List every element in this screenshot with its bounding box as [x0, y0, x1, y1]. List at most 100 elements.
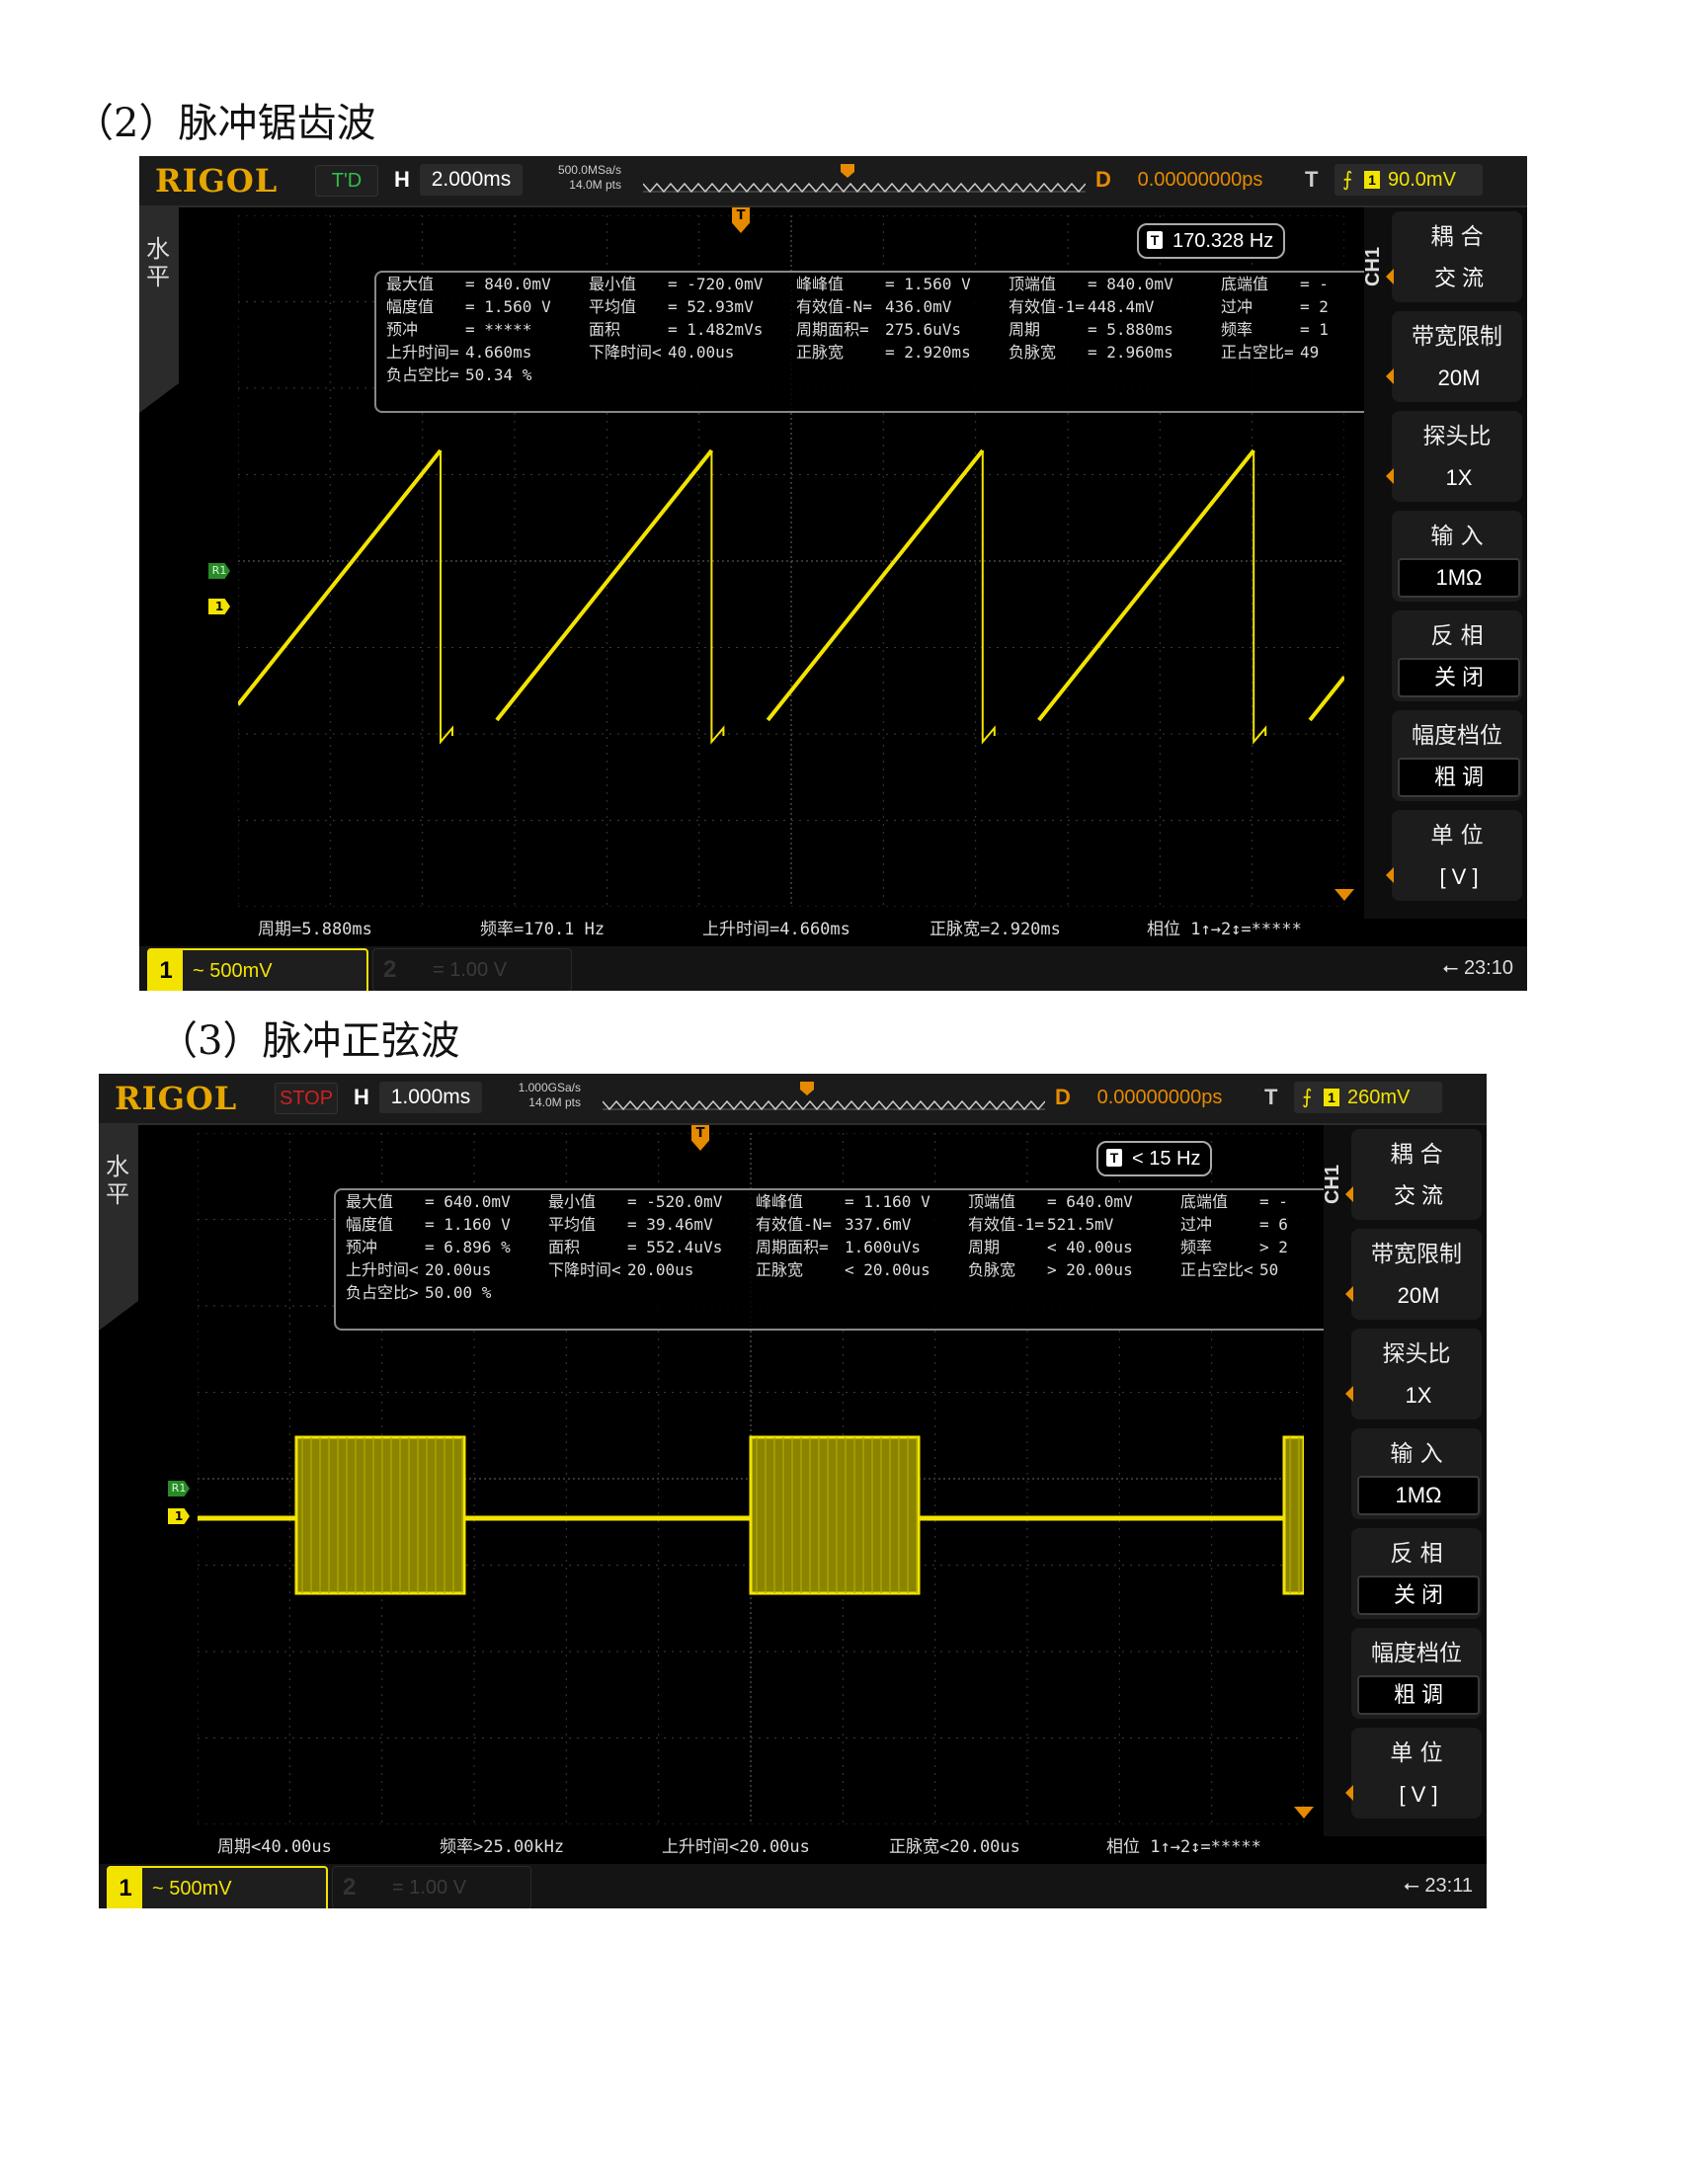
ch2-scale: = 1.00 V: [433, 959, 508, 981]
bottom-measurements: 周期<40.00us 频率>25.00kHz 上升时间<20.00us 正脉宽<…: [217, 1832, 1324, 1860]
menu-item-title: 幅度档位: [1371, 1641, 1462, 1666]
ch2-status[interactable]: 2 = 1.00 V: [372, 948, 572, 991]
sawtooth-ramp: [766, 448, 985, 722]
menu-item[interactable]: 输 入 1MΩ: [1392, 511, 1522, 602]
measurement-value: 436.0mV: [885, 297, 952, 316]
menu-item[interactable]: 幅度档位粗 调: [1392, 710, 1522, 801]
measurement-value: 275.6uVs: [885, 320, 962, 339]
trigger-setting[interactable]: ⨍ 1 90.0mV: [1334, 164, 1483, 196]
bottom-meas-phase: 相位 1↑→2↕=*****: [1147, 920, 1302, 939]
menu-item-title: 幅度档位: [1412, 723, 1502, 749]
menu-item-value: 20M: [1397, 1283, 1440, 1308]
horizontal-menu-tab[interactable]: 水平: [99, 1123, 138, 1331]
measurement-value: = 52.93mV: [668, 297, 754, 316]
menu-item-title: 输 入: [1430, 524, 1484, 549]
measurement-label: 有效值-N=: [796, 297, 872, 316]
menu-item[interactable]: 探头比 1X: [1345, 1329, 1482, 1419]
menu-item[interactable]: 耦 合交 流: [1386, 211, 1522, 302]
trigger-level: 90.0mV: [1388, 169, 1456, 191]
measurement-value: 521.5mV: [1047, 1215, 1114, 1234]
sawtooth-ramp: [495, 448, 713, 722]
measurement-value: 20.00us: [627, 1260, 694, 1279]
menu-arrow-icon: [1345, 1186, 1353, 1202]
menu-item-value: 1MΩ: [1398, 558, 1520, 598]
menu-item-title: 耦 合: [1390, 1142, 1443, 1168]
trigger-setting[interactable]: ⨍ 1 260mV: [1294, 1082, 1442, 1113]
timebase-value[interactable]: 2.000ms: [420, 164, 523, 196]
ch1-scale: ~ 500mV: [152, 1878, 232, 1900]
trigger-level-arrow-icon: [1294, 1807, 1314, 1819]
section-heading-sine: （3）脉冲正弦波: [158, 1018, 460, 1064]
menu-item-value: 关 闭: [1357, 1576, 1480, 1615]
memory-overview-bar: [643, 164, 1086, 194]
measurement-value: = 6: [1259, 1215, 1288, 1234]
menu-item[interactable]: 单 位 [ V ]: [1345, 1728, 1482, 1819]
measurement-value: = 2.960ms: [1088, 343, 1173, 362]
trigger-icon: T: [1106, 1149, 1122, 1167]
measurement-label: 过冲: [1180, 1215, 1213, 1234]
menu-arrow-icon: [1386, 867, 1394, 883]
measurement-value: = 1.560 V: [885, 275, 971, 293]
delay-label: D: [1095, 167, 1111, 192]
oscilloscope-screenshot-sawtooth: RIGOL T'D H 2.000ms 500.0MSa/s 14.0M pts…: [139, 156, 1527, 991]
ch1-offset-marker[interactable]: 1: [168, 1508, 190, 1524]
menu-item-value: [ V ]: [1439, 864, 1479, 889]
menu-item[interactable]: 输 入 1MΩ: [1351, 1428, 1482, 1519]
bottom-meas-frequency: 频率=170.1 Hz: [480, 920, 606, 939]
menu-arrow-icon: [1386, 269, 1394, 284]
measurement-label: 周期面积=: [756, 1238, 829, 1256]
trigger-label: T: [1264, 1085, 1278, 1109]
menu-item[interactable]: 耦 合交 流: [1345, 1129, 1482, 1220]
menu-item[interactable]: 反 相关 闭: [1351, 1528, 1482, 1619]
delay-value[interactable]: 0.00000000ps: [1121, 164, 1279, 196]
measurement-label: 面积: [548, 1238, 581, 1256]
measurement-value: = 39.46mV: [627, 1215, 713, 1234]
ch1-status[interactable]: 1 ~ 500mV: [147, 948, 368, 991]
ch2-number: 2: [383, 956, 397, 983]
measurement-value: 337.6mV: [845, 1215, 912, 1234]
menu-item[interactable]: 幅度档位粗 调: [1351, 1628, 1482, 1719]
menu-item[interactable]: 探头比 1X: [1386, 411, 1522, 502]
sample-rate: 500.0MSa/s: [557, 163, 621, 177]
horizontal-tab-label: 水平: [146, 235, 170, 290]
bottom-meas-pwidth: 正脉宽=2.920ms: [930, 920, 1061, 939]
ch1-status[interactable]: 1 ~ 500mV: [107, 1866, 328, 1908]
clock: ⭠ 23:10: [1442, 957, 1513, 979]
top-status-bar: RIGOL STOP H 1.000ms 1.000GSa/s 14.0M pt…: [99, 1074, 1487, 1125]
measurement-value: 20.00us: [425, 1260, 492, 1279]
menu-item-title: 输 入: [1390, 1441, 1443, 1467]
ch1-number: 1: [109, 1868, 142, 1908]
measurement-label: 幅度值: [346, 1215, 394, 1234]
timebase-value[interactable]: 1.000ms: [379, 1082, 482, 1113]
menu-item-value: [ V ]: [1399, 1782, 1438, 1807]
trigger-label: T: [1305, 167, 1319, 192]
measurement-value: = 840.0mV: [1088, 275, 1173, 293]
measurement-value: = 640.0mV: [1047, 1192, 1133, 1211]
channel-menu: CH1 耦 合交 流带宽限制 20M 探头比 1X 输 入 1MΩ 反 相关 闭幅度档位粗 …: [1322, 1125, 1487, 1836]
menu-arrow-icon: [1386, 368, 1394, 384]
menu-item[interactable]: 反 相关 闭: [1392, 610, 1522, 701]
menu-item[interactable]: 单 位 [ V ]: [1386, 810, 1522, 901]
horizontal-menu-tab[interactable]: 水平: [139, 205, 179, 413]
ch1-offset-marker[interactable]: 1: [208, 599, 230, 614]
usb-icon: ⭠: [1442, 957, 1459, 979]
trigger-channel-badge: 1: [1364, 171, 1380, 189]
ref-r1-marker: R1: [208, 563, 230, 579]
delay-value[interactable]: 0.00000000ps: [1081, 1082, 1239, 1113]
bottom-meas-risetime: 上升时间<20.00us: [662, 1837, 810, 1857]
tab-chevron: [139, 383, 179, 413]
sawtooth-ramp: [1308, 675, 1344, 722]
menu-item-title: 带宽限制: [1412, 324, 1502, 350]
menu-item-title: 探头比: [1382, 1341, 1451, 1367]
measurement-value: = 1.560 V: [465, 297, 551, 316]
ch2-status[interactable]: 2 = 1.00 V: [332, 1866, 531, 1908]
measurement-row: 最大值 = 840.0mV 最小值 = -720.0mV 峰峰值 = 1.560 V 顶端值…: [376, 273, 1384, 295]
run-status[interactable]: STOP: [275, 1083, 338, 1114]
sawtooth-ramp: [1037, 448, 1255, 722]
menu-item[interactable]: 带宽限制 20M: [1345, 1229, 1482, 1320]
menu-item[interactable]: 带宽限制 20M: [1386, 311, 1522, 402]
bottom-meas-period: 周期=5.880ms: [258, 920, 372, 939]
trigger-level: 260mV: [1347, 1087, 1411, 1108]
run-status[interactable]: T'D: [315, 165, 378, 197]
measurement-label: 上升时间=: [386, 343, 459, 362]
